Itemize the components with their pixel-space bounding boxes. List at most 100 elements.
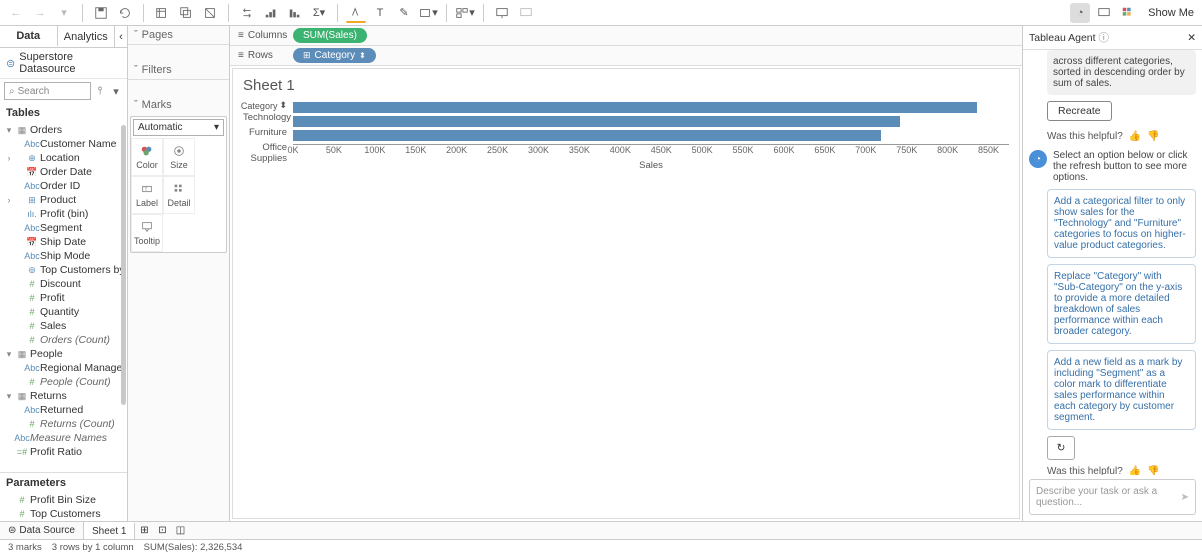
forward-icon[interactable]: → bbox=[30, 3, 50, 23]
duplicate-icon[interactable] bbox=[176, 3, 196, 23]
chevron-icon: ˇ bbox=[134, 64, 138, 76]
label-button[interactable]: TLabel bbox=[131, 176, 163, 214]
sheet-tab[interactable]: Sheet 1 bbox=[84, 522, 135, 539]
agent-option-0[interactable]: Add a categorical filter to only show sa… bbox=[1047, 189, 1196, 258]
size-button[interactable]: Size bbox=[163, 138, 195, 176]
detail-button[interactable]: Detail bbox=[163, 176, 195, 214]
format-icon[interactable]: ✎ bbox=[394, 3, 414, 23]
datasource-tab[interactable]: ⊜Data Source bbox=[0, 522, 84, 539]
rows-shelf[interactable]: ≡Rows bbox=[230, 50, 290, 61]
field-customer-name[interactable]: AbcCustomer Name bbox=[0, 137, 127, 151]
field-ship-mode[interactable]: AbcShip Mode bbox=[0, 249, 127, 263]
pages-shelf[interactable]: ˇPages bbox=[134, 29, 223, 41]
field-quantity[interactable]: #Quantity bbox=[0, 305, 127, 319]
filters-shelf[interactable]: ˇFilters bbox=[134, 64, 223, 76]
axis-tick: 400K bbox=[610, 145, 631, 155]
sort-asc-icon[interactable] bbox=[261, 3, 281, 23]
new-worksheet-icon[interactable] bbox=[152, 3, 172, 23]
field-order-id[interactable]: AbcOrder ID bbox=[0, 179, 127, 193]
field-location[interactable]: ›⊕Location bbox=[0, 151, 127, 165]
field-regional-manager[interactable]: AbcRegional Manager bbox=[0, 361, 127, 375]
fit-icon[interactable]: ▾ bbox=[418, 3, 438, 23]
pill-icon: ⊞ bbox=[303, 50, 311, 61]
recreate-button[interactable]: Recreate bbox=[1047, 101, 1112, 121]
table-orders[interactable]: ▾▦Orders bbox=[0, 123, 127, 137]
share-icon[interactable] bbox=[516, 3, 536, 23]
totals-icon[interactable]: Σ▾ bbox=[309, 3, 329, 23]
field-discount[interactable]: #Discount bbox=[0, 277, 127, 291]
info-icon[interactable]: ⓘ bbox=[1098, 32, 1109, 44]
field-sales[interactable]: #Sales bbox=[0, 319, 127, 333]
tab-analytics[interactable]: Analytics bbox=[58, 26, 116, 47]
color-button[interactable]: Color bbox=[131, 138, 163, 176]
filter-icon[interactable]: ⫯ bbox=[93, 82, 107, 100]
sort-desc-icon[interactable] bbox=[285, 3, 305, 23]
tab-data[interactable]: Data bbox=[0, 26, 58, 47]
agent-option-2[interactable]: Add a new field as a mark by including "… bbox=[1047, 350, 1196, 430]
thumbs-up-icon[interactable]: 👍 bbox=[1129, 131, 1141, 142]
columns-pill[interactable]: SUM(Sales) bbox=[293, 28, 367, 43]
agent-option-1[interactable]: Replace "Category" with "Sub-Category" o… bbox=[1047, 264, 1196, 344]
field-top-customers-by-p-[interactable]: ⊚Top Customers by P... bbox=[0, 263, 127, 277]
new-story-icon[interactable]: ◫ bbox=[171, 525, 189, 536]
showme-icon[interactable] bbox=[1118, 3, 1138, 23]
tooltip-button[interactable]: Tooltip bbox=[131, 214, 163, 252]
agent-pane: Tableau Agent ⓘ ✕ across different categ… bbox=[1022, 26, 1202, 521]
field-measure-names[interactable]: AbcMeasure Names bbox=[0, 431, 127, 445]
columns-shelf[interactable]: ≡Columns bbox=[230, 30, 290, 41]
field-top-customers[interactable]: #Top Customers bbox=[0, 507, 127, 521]
agent-input[interactable]: Describe your task or ask a question... … bbox=[1029, 479, 1196, 515]
new-worksheet-icon[interactable]: ⊞ bbox=[135, 525, 153, 536]
axis-tick: 150K bbox=[405, 145, 426, 155]
dropdown-icon[interactable]: ▾ bbox=[109, 82, 123, 100]
ask-data-icon[interactable] bbox=[1094, 3, 1114, 23]
bar-office-supplies[interactable] bbox=[293, 129, 1009, 142]
field-product[interactable]: ›⊞Product bbox=[0, 193, 127, 207]
labels-icon[interactable]: T bbox=[370, 3, 390, 23]
swap-icon[interactable] bbox=[237, 3, 257, 23]
new-dashboard-icon[interactable]: ⊡ bbox=[153, 525, 171, 536]
show-me-button[interactable]: Show Me bbox=[1144, 7, 1198, 19]
field-profit-bin-size[interactable]: #Profit Bin Size bbox=[0, 493, 127, 507]
presentation-icon[interactable] bbox=[492, 3, 512, 23]
helpful-label: Was this helpful? bbox=[1047, 131, 1123, 142]
field-ship-date[interactable]: 📅Ship Date bbox=[0, 235, 127, 249]
chevron-left-icon[interactable]: ‹ bbox=[115, 26, 127, 47]
field-people-count-[interactable]: #People (Count) bbox=[0, 375, 127, 389]
scrollbar[interactable] bbox=[121, 125, 126, 405]
status-sum: SUM(Sales): 2,326,534 bbox=[144, 542, 243, 553]
cards-icon[interactable]: ▾ bbox=[455, 3, 475, 23]
bar-furniture[interactable] bbox=[293, 115, 1009, 128]
marks-shelf[interactable]: ˇMarks bbox=[134, 99, 223, 111]
thumbs-down-icon[interactable]: 👎 bbox=[1147, 131, 1159, 142]
datasource-row[interactable]: ⊜ Superstore Datasource bbox=[0, 48, 127, 79]
bar-technology[interactable] bbox=[293, 101, 1009, 114]
field-profit-ratio[interactable]: =#Profit Ratio bbox=[0, 445, 127, 459]
table-returns[interactable]: ▾▦Returns bbox=[0, 389, 127, 403]
refresh-button[interactable]: ↻ bbox=[1047, 436, 1075, 460]
send-icon[interactable]: ➤ bbox=[1181, 492, 1189, 503]
clear-icon[interactable] bbox=[200, 3, 220, 23]
table-people[interactable]: ▾▦People bbox=[0, 347, 127, 361]
mark-type-select[interactable]: Automatic▾ bbox=[133, 119, 224, 136]
revert-icon[interactable] bbox=[115, 3, 135, 23]
category-header[interactable]: Category⬍ bbox=[243, 100, 287, 111]
history-dropdown-icon[interactable]: ▾ bbox=[54, 3, 74, 23]
field-profit-bin-[interactable]: ılı.Profit (bin) bbox=[0, 207, 127, 221]
field-returned[interactable]: AbcReturned bbox=[0, 403, 127, 417]
field-profit[interactable]: #Profit bbox=[0, 291, 127, 305]
field-orders-count-[interactable]: #Orders (Count) bbox=[0, 333, 127, 347]
search-input[interactable]: ⌕ Search bbox=[4, 82, 91, 100]
field-order-date[interactable]: 📅Order Date bbox=[0, 165, 127, 179]
field-segment[interactable]: AbcSegment bbox=[0, 221, 127, 235]
thumbs-up-icon[interactable]: 👍 bbox=[1129, 466, 1141, 475]
rows-pill[interactable]: ⊞Category⬍ bbox=[293, 48, 376, 63]
highlight-icon[interactable] bbox=[346, 3, 366, 23]
field-returns-count-[interactable]: #Returns (Count) bbox=[0, 417, 127, 431]
back-icon[interactable]: ← bbox=[6, 3, 26, 23]
datasource-tab-icon[interactable]: ◔ bbox=[1070, 3, 1090, 23]
save-icon[interactable] bbox=[91, 3, 111, 23]
sheet-title[interactable]: Sheet 1 bbox=[243, 77, 1009, 94]
thumbs-down-icon[interactable]: 👎 bbox=[1147, 466, 1159, 475]
close-icon[interactable]: ✕ bbox=[1187, 32, 1196, 44]
